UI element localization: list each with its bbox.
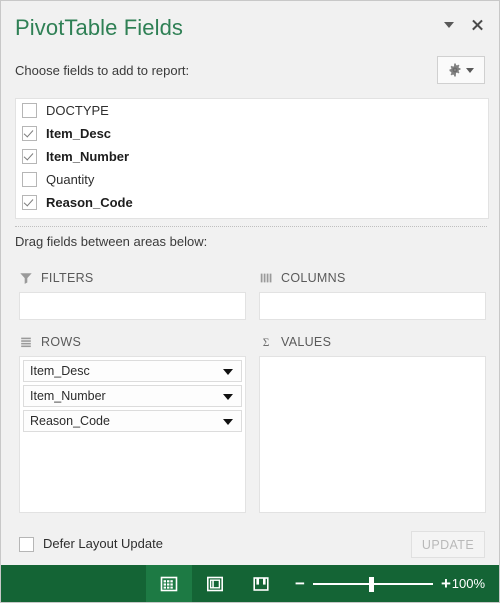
area-columns-dropzone[interactable]	[259, 292, 486, 320]
field-list-item[interactable]: DOCTYPE	[16, 99, 488, 122]
area-filters-dropzone[interactable]	[19, 292, 246, 320]
pane-header-controls	[441, 17, 485, 33]
area-columns-header: COLUMNS	[259, 269, 486, 287]
choose-fields-row: Choose fields to add to report:	[15, 56, 489, 86]
area-filters: FILTERS	[19, 269, 246, 320]
field-list-item[interactable]: Quantity	[16, 168, 488, 191]
zoom-percent-label[interactable]: 100%	[452, 576, 485, 591]
field-list[interactable]: DOCTYPE Item_Desc Item_Number Quantity R…	[15, 98, 489, 219]
area-filters-header: FILTERS	[19, 269, 246, 287]
zoom-slider[interactable]	[313, 576, 433, 592]
chevron-down-icon[interactable]	[441, 17, 457, 33]
pane-body: PivotTable Fields Choose fields to add t…	[1, 1, 499, 565]
field-checkbox[interactable]	[22, 149, 37, 164]
chevron-down-glyph	[444, 22, 454, 28]
funnel-icon	[20, 273, 32, 284]
row-field-pill[interactable]: Item_Number	[23, 385, 242, 407]
drag-fields-label: Drag fields between areas below:	[15, 234, 208, 249]
row-field-label: Item_Number	[30, 389, 106, 403]
zoom-slider-thumb[interactable]	[369, 576, 374, 592]
row-field-label: Reason_Code	[30, 414, 110, 428]
field-label: Item_Number	[46, 149, 130, 164]
close-glyph	[471, 19, 484, 32]
row-field-pill[interactable]: Item_Desc	[23, 360, 242, 382]
area-rows-label: ROWS	[41, 335, 82, 349]
field-label: Reason_Code	[46, 195, 133, 210]
page-layout-view-button[interactable]	[192, 565, 238, 602]
sigma-icon: Σ	[263, 337, 270, 349]
chevron-down-icon[interactable]	[223, 394, 233, 400]
defer-layout-update-row[interactable]: Defer Layout Update	[19, 536, 163, 552]
field-checkbox[interactable]	[22, 172, 37, 187]
field-checkbox[interactable]	[22, 103, 37, 118]
area-columns-label: COLUMNS	[281, 271, 346, 285]
field-list-item[interactable]: Item_Desc	[16, 122, 488, 145]
svg-text:Σ: Σ	[263, 337, 270, 349]
field-label: DOCTYPE	[46, 103, 109, 118]
rows-icon	[21, 337, 31, 348]
area-rows-header: ROWS	[19, 333, 246, 351]
pane-header: PivotTable Fields	[15, 13, 489, 43]
area-values-label: VALUES	[281, 335, 332, 349]
field-label: Quantity	[46, 172, 95, 187]
gear-chevron-down-icon	[466, 67, 474, 73]
zoom-out-button[interactable]: −	[291, 575, 309, 592]
section-divider	[15, 226, 487, 227]
chevron-down-icon[interactable]	[223, 369, 233, 375]
row-field-label: Item_Desc	[30, 364, 90, 378]
chevron-down-icon[interactable]	[223, 419, 233, 425]
defer-layout-update-checkbox[interactable]	[19, 536, 34, 552]
pivottable-fields-pane: PivotTable Fields Choose fields to add t…	[0, 0, 500, 603]
field-checkbox[interactable]	[22, 126, 37, 141]
area-values: Σ VALUES	[259, 333, 486, 513]
zoom-control: − +	[291, 565, 455, 602]
tools-button[interactable]	[437, 56, 485, 84]
page-break-icon	[253, 576, 269, 591]
field-list-item[interactable]: Reason_Code	[16, 191, 488, 214]
area-rows: ROWS Item_Desc Item_Number Reason_Code	[19, 333, 246, 513]
status-bar: − + 100%	[1, 565, 499, 602]
page-break-view-button[interactable]	[238, 565, 284, 602]
update-button[interactable]: UPDATE	[411, 531, 485, 558]
view-buttons	[146, 565, 284, 602]
area-filters-label: FILTERS	[41, 271, 94, 285]
defer-layout-update-label: Defer Layout Update	[43, 536, 163, 551]
area-rows-dropzone[interactable]: Item_Desc Item_Number Reason_Code	[19, 356, 246, 513]
gear-icon	[449, 63, 461, 77]
area-columns: COLUMNS	[259, 269, 486, 320]
area-values-header: Σ VALUES	[259, 333, 486, 351]
field-checkbox[interactable]	[22, 195, 37, 210]
choose-fields-label: Choose fields to add to report:	[15, 63, 190, 78]
page-layout-icon	[206, 576, 223, 591]
field-label: Item_Desc	[46, 126, 112, 141]
columns-icon	[260, 273, 272, 283]
close-icon[interactable]	[469, 17, 485, 33]
grid-icon	[160, 576, 178, 591]
pane-footer: Defer Layout Update UPDATE	[1, 529, 499, 565]
page-title: PivotTable Fields	[15, 15, 183, 40]
normal-view-button[interactable]	[146, 565, 192, 602]
field-list-item[interactable]: Item_Number	[16, 145, 488, 168]
row-field-pill[interactable]: Reason_Code	[23, 410, 242, 432]
area-values-dropzone[interactable]	[259, 356, 486, 513]
